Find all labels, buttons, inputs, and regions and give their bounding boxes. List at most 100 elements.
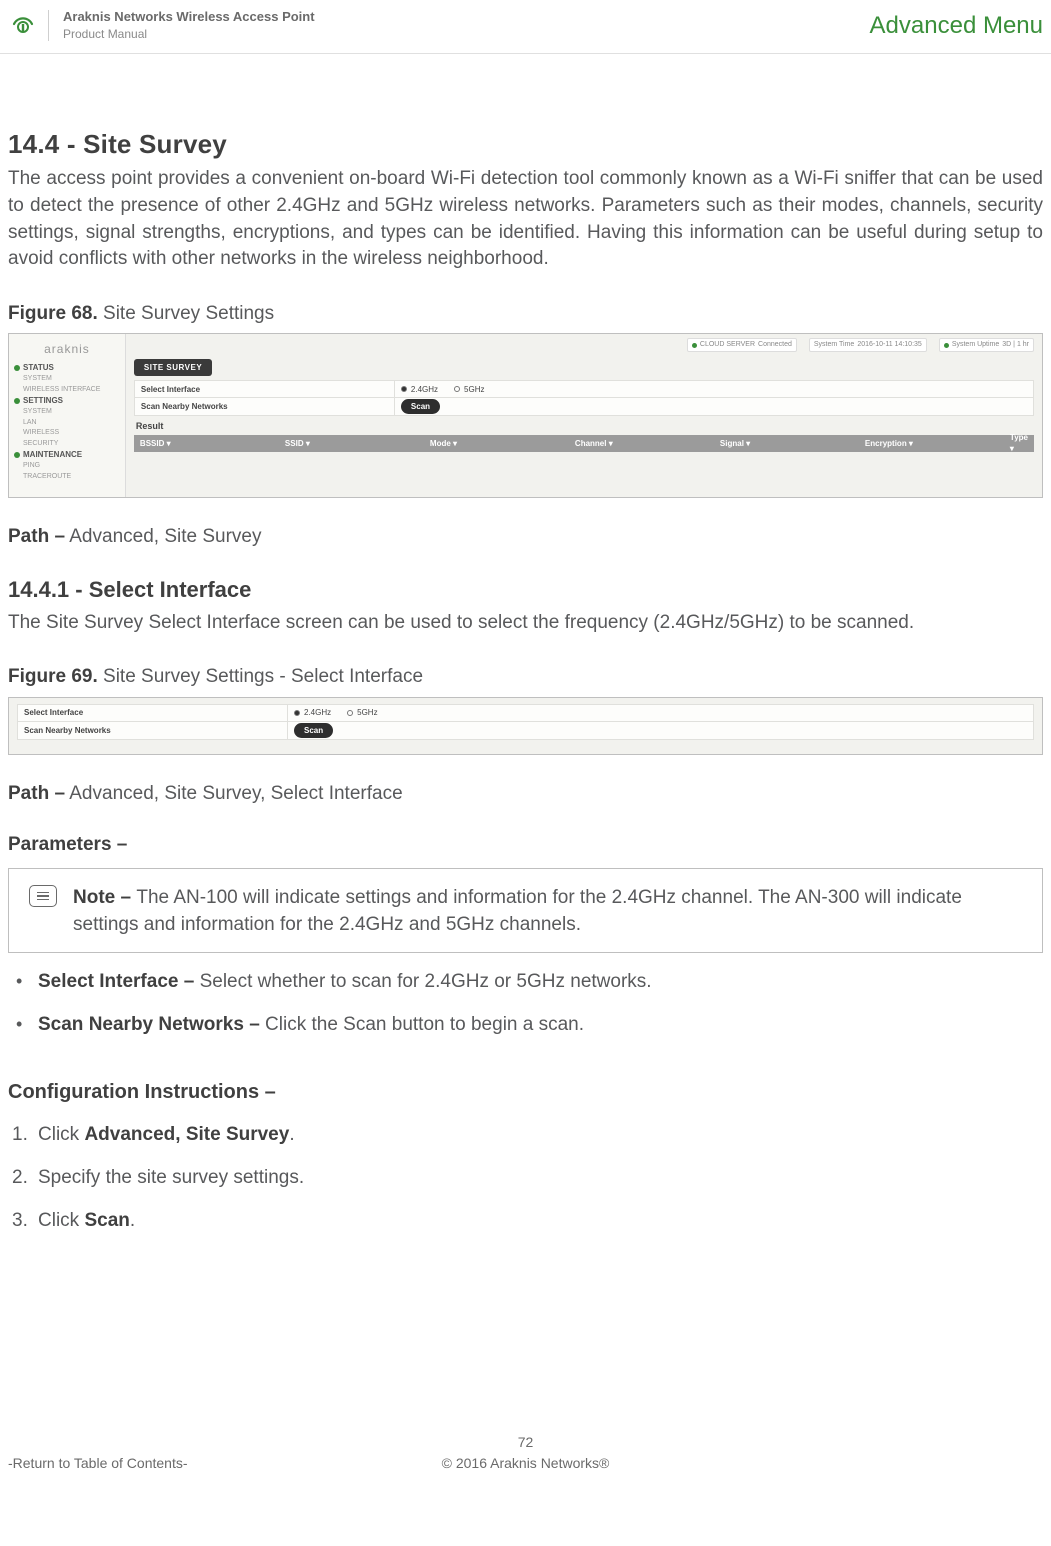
opt-5ghz: 5GHz: [357, 707, 377, 718]
list-item: Select Interface – Select whether to sca…: [8, 969, 1043, 996]
step-item: Click Scan.: [8, 1208, 1043, 1235]
nav-item: SYSTEM: [13, 407, 121, 418]
col-encryption: Encryption ▾: [859, 438, 1004, 449]
interface-options-2: 2.4GHz 5GHz: [288, 707, 384, 718]
return-to-toc-link[interactable]: -Return to Table of Contents-: [8, 1454, 188, 1474]
nav-item: TRACEROUTE: [13, 472, 121, 483]
opt-2-4ghz: 2.4GHz: [411, 384, 438, 395]
step-item: Click Advanced, Site Survey.: [8, 1122, 1043, 1149]
step-pre: Click: [38, 1124, 84, 1145]
subsection-body: The Site Survey Select Interface screen …: [8, 610, 1043, 637]
header-left: Araknis Networks Wireless Access Point P…: [10, 8, 315, 43]
figure-68-label: Figure 68. Site Survey Settings: [8, 301, 1043, 328]
subsection-heading: 14.4.1 - Select Interface: [8, 575, 1043, 606]
nav-item: PING: [13, 461, 121, 472]
col-signal: Signal ▾: [714, 438, 859, 449]
step-pre: Click: [38, 1210, 84, 1231]
nav-item: SECURITY: [13, 439, 121, 450]
figure-69-caption-rest: Site Survey Settings - Select Interface: [98, 666, 423, 687]
scan-button-2: Scan: [294, 723, 333, 738]
page-number: 72: [442, 1433, 610, 1453]
select-interface-row-2: Select Interface 2.4GHz 5GHz: [17, 704, 1034, 722]
scan-row-label-2: Scan Nearby Networks: [18, 722, 288, 739]
path-2-value: Advanced, Site Survey, Select Interface: [65, 783, 403, 804]
uptime-value: 3D | 1 hr: [1002, 340, 1029, 350]
col-mode: Mode ▾: [424, 438, 569, 449]
config-title: Configuration Instructions –: [8, 1078, 1043, 1106]
product-line: Araknis Networks Wireless Access Point: [63, 8, 315, 26]
step-post: .: [289, 1124, 294, 1145]
uptime-chip: System Uptime 3D | 1 hr: [939, 338, 1034, 352]
parameters-list: Select Interface – Select whether to sca…: [8, 969, 1043, 1038]
screenshot-brand: araknis: [13, 340, 121, 358]
note-icon: [29, 885, 57, 907]
path-1-value: Advanced, Site Survey: [65, 526, 261, 547]
figure-68-caption-rest: Site Survey Settings: [98, 303, 274, 324]
header-titles: Araknis Networks Wireless Access Point P…: [63, 8, 315, 43]
screenshot-main: CLOUD SERVER Connected System Time 2016-…: [126, 334, 1042, 497]
step-item: Specify the site survey settings.: [8, 1165, 1043, 1192]
figure-68-caption-bold: Figure 68.: [8, 303, 98, 324]
list-item: Scan Nearby Networks – Click the Scan bu…: [8, 1012, 1043, 1039]
step-post: .: [130, 1210, 135, 1231]
select-interface-label: Select Interface: [135, 381, 395, 397]
parameters-title: Parameters –: [8, 832, 1043, 859]
figure-69-label: Figure 69. Site Survey Settings - Select…: [8, 664, 1043, 691]
radio-5ghz-icon: [347, 710, 353, 716]
nav-item: SYSTEM: [13, 374, 121, 385]
opt-5ghz: 5GHz: [464, 384, 484, 395]
time-chip: System Time 2016-10-11 14:10:35: [809, 338, 927, 352]
screenshot-sidebar: araknis STATUS SYSTEM WIRELESS INTERFACE…: [9, 334, 126, 497]
cloud-chip: CLOUD SERVER Connected: [687, 338, 797, 352]
site-survey-tab: SITE SURVEY: [134, 359, 212, 376]
scan-row-label: Scan Nearby Networks: [135, 398, 395, 415]
radio-2-4ghz-icon: [401, 386, 407, 392]
figure-69-caption-bold: Figure 69.: [8, 666, 98, 687]
cloud-value: Connected: [758, 340, 792, 350]
copyright: © 2016 Araknis Networks®: [442, 1454, 610, 1474]
nav-item: WIRELESS INTERFACE: [13, 385, 121, 396]
nav-status: STATUS: [13, 362, 121, 374]
param-desc: Select whether to scan for 2.4GHz or 5GH…: [200, 971, 652, 992]
scan-button: Scan: [401, 399, 440, 414]
nav-maintenance: MAINTENANCE: [13, 449, 121, 461]
scan-row: Scan Nearby Networks Scan: [134, 398, 1034, 416]
note-label: Note –: [73, 887, 136, 908]
nav-item: LAN: [13, 418, 121, 429]
figure-68-screenshot: araknis STATUS SYSTEM WIRELESS INTERFACE…: [8, 333, 1043, 498]
nav-item: WIRELESS: [13, 428, 121, 439]
step-pre: Specify the site survey settings.: [38, 1167, 304, 1188]
path-1: Path – Advanced, Site Survey: [8, 524, 1043, 551]
screenshot-topbar: CLOUD SERVER Connected System Time 2016-…: [134, 338, 1034, 352]
col-channel: Channel ▾: [569, 438, 714, 449]
step-bold: Scan: [84, 1210, 129, 1231]
note-text: Note – The AN-100 will indicate settings…: [73, 885, 1022, 938]
status-dot-icon: [944, 343, 949, 348]
opt-2-4ghz: 2.4GHz: [304, 707, 331, 718]
time-label: System Time: [814, 340, 854, 350]
page-content: 14.4 - Site Survey The access point prov…: [0, 54, 1051, 1494]
doc-header: Araknis Networks Wireless Access Point P…: [0, 0, 1051, 54]
uptime-label: System Uptime: [952, 340, 999, 350]
select-interface-label-2: Select Interface: [18, 705, 288, 721]
col-ssid: SSID ▾: [279, 438, 424, 449]
col-type: Type ▾: [1004, 432, 1034, 454]
interface-options: 2.4GHz 5GHz: [395, 384, 491, 395]
section-body: The access point provides a convenient o…: [8, 166, 1043, 272]
figure-69-screenshot: Select Interface 2.4GHz 5GHz Scan Nearby…: [8, 697, 1043, 755]
brand-logo-icon: [10, 10, 49, 41]
step-bold: Advanced, Site Survey: [84, 1124, 289, 1145]
col-bssid: BSSID ▾: [134, 438, 279, 449]
result-label: Result: [136, 420, 1034, 433]
scan-row-2: Scan Nearby Networks Scan: [17, 722, 1034, 740]
radio-2-4ghz-icon: [294, 710, 300, 716]
select-interface-row: Select Interface 2.4GHz 5GHz: [134, 380, 1034, 398]
param-desc: Click the Scan button to begin a scan.: [265, 1014, 584, 1035]
nav-settings: SETTINGS: [13, 395, 121, 407]
path-1-label: Path –: [8, 526, 65, 547]
result-header: BSSID ▾ SSID ▾ Mode ▾ Channel ▾ Signal ▾…: [134, 435, 1034, 452]
note-box: Note – The AN-100 will indicate settings…: [8, 868, 1043, 953]
param-name: Select Interface –: [38, 971, 200, 992]
status-dot-icon: [692, 343, 697, 348]
path-2-label: Path –: [8, 783, 65, 804]
